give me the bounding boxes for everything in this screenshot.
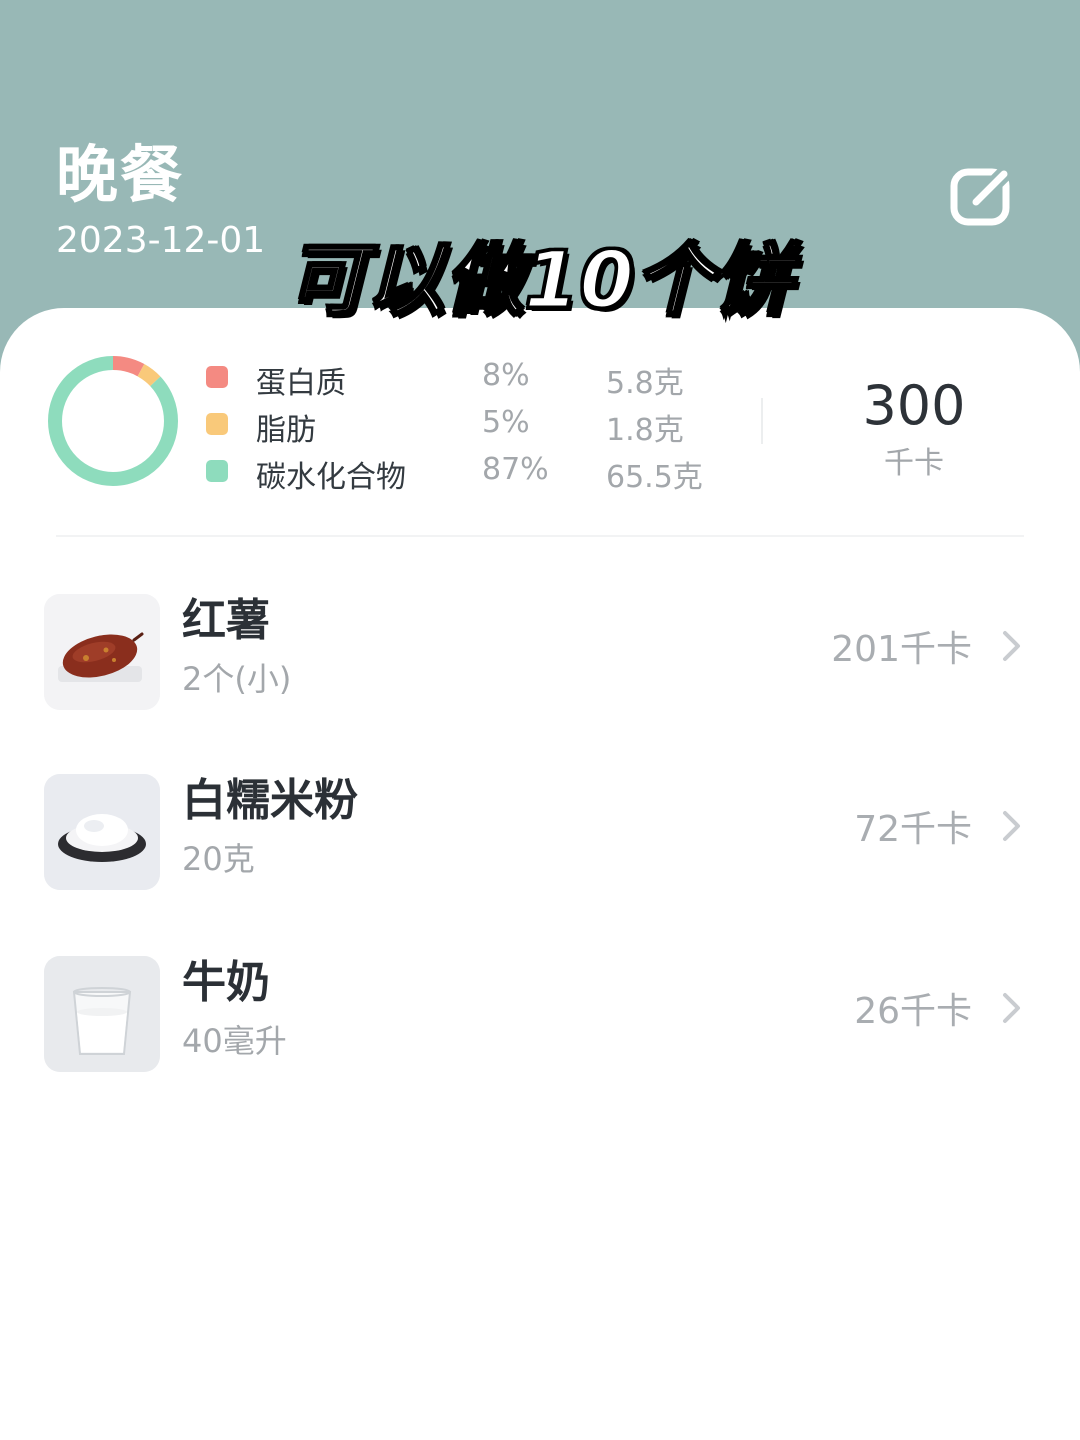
food-kcal: 201千卡 [831, 629, 972, 670]
macro-row-fat: 脂肪 5% 1.8克 [206, 405, 726, 448]
macro-name: 碳水化合物 [256, 460, 406, 495]
sweet-potato-icon [44, 594, 160, 710]
macro-percent: 5% [482, 405, 530, 440]
total-kcal-value: 300 [862, 374, 966, 437]
macro-donut-chart [48, 356, 178, 486]
food-kcal: 72千卡 [854, 809, 972, 850]
macro-percent: 8% [482, 358, 530, 393]
fat-color-dot [206, 413, 228, 435]
carbs-color-dot [206, 460, 228, 482]
food-name: 白糯米粉 [182, 775, 358, 826]
macro-name: 脂肪 [256, 413, 316, 448]
meal-title: 晚餐 [56, 138, 185, 211]
vertical-divider [761, 398, 763, 444]
macro-name: 蛋白质 [256, 366, 346, 401]
macro-row-protein: 蛋白质 8% 5.8克 [206, 358, 726, 401]
rice-flour-icon [44, 774, 160, 890]
food-thumbnail [44, 774, 160, 890]
macro-amount: 1.8克 [606, 413, 684, 448]
macro-amount: 65.5克 [606, 460, 703, 495]
macro-row-carbs: 碳水化合物 87% 65.5克 [206, 452, 726, 495]
protein-color-dot [206, 366, 228, 388]
food-name: 红薯 [182, 595, 270, 646]
macro-amount: 5.8克 [606, 366, 684, 401]
chevron-right-icon [1003, 993, 1020, 1023]
food-item-milk[interactable]: 牛奶 40毫升 26千卡 [0, 946, 1080, 1086]
chevron-right-icon [1003, 631, 1020, 661]
section-divider [56, 535, 1024, 537]
food-quantity: 20克 [182, 840, 255, 878]
food-item-rice-flour[interactable]: 白糯米粉 20克 72千卡 [0, 764, 1080, 904]
food-item-sweet-potato[interactable]: 红薯 2个(小) 201千卡 [0, 584, 1080, 724]
overlay-caption: 可以做10个饼 [286, 235, 794, 328]
food-thumbnail [44, 956, 160, 1072]
milk-glass-icon [44, 956, 160, 1072]
food-thumbnail [44, 594, 160, 710]
food-quantity: 2个(小) [182, 660, 292, 698]
macro-percent: 87% [482, 452, 549, 487]
total-kcal-unit: 千卡 [884, 446, 944, 481]
food-quantity: 40毫升 [182, 1022, 287, 1060]
chevron-right-icon [1003, 811, 1020, 841]
food-name: 牛奶 [182, 957, 270, 1008]
food-kcal: 26千卡 [854, 991, 972, 1032]
